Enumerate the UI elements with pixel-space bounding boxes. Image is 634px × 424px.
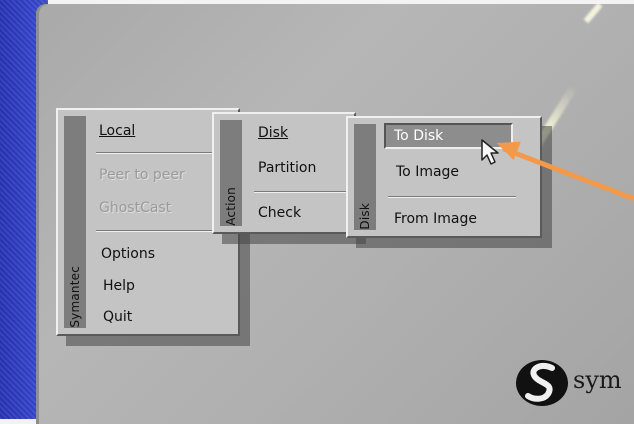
main-menu-sidebar-label: Symantec <box>68 266 82 328</box>
symantec-logo-icon <box>516 360 568 406</box>
disk-submenu-separator <box>388 196 516 198</box>
main-menu-sidebar: Symantec <box>64 116 86 328</box>
disk-submenu: Disk To Disk To Image From Image <box>346 116 542 238</box>
pointer-cursor-icon <box>481 139 499 165</box>
menu-item-to-image[interactable]: To Image <box>396 164 459 180</box>
menu-item-options[interactable]: Options <box>101 246 155 262</box>
action-menu-sidebar-label: Action <box>224 187 238 226</box>
action-menu-separator <box>254 191 348 193</box>
menu-item-from-image[interactable]: From Image <box>394 211 477 227</box>
disk-submenu-sidebar-label: Disk <box>358 203 372 230</box>
menu-item-check[interactable]: Check <box>258 205 301 221</box>
brand-logo-text: sym <box>573 366 622 394</box>
menu-item-help[interactable]: Help <box>103 278 135 294</box>
disk-submenu-sidebar: Disk <box>354 124 376 230</box>
menu-item-partition[interactable]: Partition <box>258 160 316 176</box>
menu-item-disk[interactable]: Disk <box>258 125 288 141</box>
menu-item-peer-to-peer: Peer to peer <box>99 167 185 183</box>
action-menu: Action Disk Partition Check <box>212 112 356 234</box>
main-menu-separator <box>96 230 230 232</box>
main-menu-separator <box>96 152 230 154</box>
menu-item-quit[interactable]: Quit <box>103 309 132 325</box>
menu-item-ghostcast: GhostCast <box>99 200 172 216</box>
menu-item-local[interactable]: Local <box>99 123 135 139</box>
action-menu-sidebar: Action <box>220 120 242 226</box>
